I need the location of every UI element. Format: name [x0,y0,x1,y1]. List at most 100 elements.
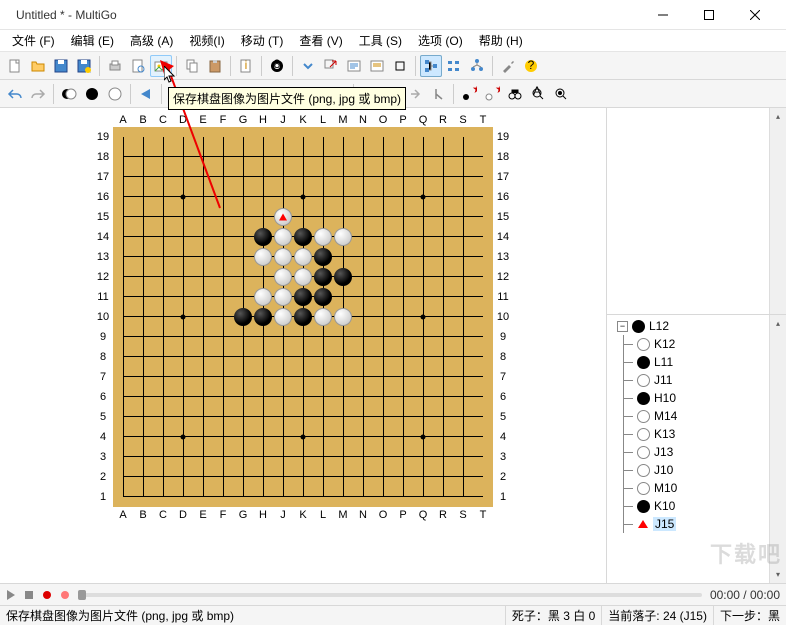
markup2-icon[interactable] [366,55,388,77]
triangle-left-icon[interactable] [135,83,157,105]
tree-item[interactable]: M14 [609,407,784,425]
tree-item[interactable]: −L12 [609,317,784,335]
white-stone-icon[interactable] [104,83,126,105]
tree-item[interactable]: H10 [609,389,784,407]
stone-H14[interactable] [254,228,272,246]
stone-J12[interactable] [274,268,292,286]
mark-b-icon[interactable]: ★ [481,83,503,105]
stone-H11[interactable] [254,288,272,306]
stone-J10[interactable] [274,308,292,326]
playback-slider[interactable] [78,593,702,597]
menu-move[interactable]: 移动 (T) [233,30,292,51]
stone-K10[interactable] [294,308,312,326]
tree-item[interactable]: J13 [609,443,784,461]
tree-item[interactable]: K13 [609,425,784,443]
menu-file[interactable]: 文件 (F) [4,30,63,51]
tree-item[interactable]: L11 [609,353,784,371]
branch-next-button[interactable] [404,83,426,105]
tree-view3-icon[interactable] [466,55,488,77]
find-b-icon[interactable] [550,83,572,105]
record-button[interactable] [42,590,52,600]
svg-text:★: ★ [495,86,500,96]
black-stone-icon[interactable] [81,83,103,105]
tree-view1-icon[interactable] [420,55,442,77]
maximize-button[interactable] [686,0,732,30]
stone-K12[interactable] [294,268,312,286]
menu-edit[interactable]: 编辑 (E) [63,30,122,51]
open-button[interactable] [27,55,49,77]
eight-ball-icon[interactable]: 8 [266,55,288,77]
playback-bar: 00:00 / 00:00 [0,583,786,605]
minimize-button[interactable] [640,0,686,30]
stone-J11[interactable] [274,288,292,306]
stone-L10[interactable] [314,308,332,326]
stone-L14[interactable] [314,228,332,246]
svg-text:A: A [533,86,541,98]
new-button[interactable] [4,55,26,77]
redo-button[interactable] [27,83,49,105]
stone-K13[interactable] [294,248,312,266]
tree-view2-icon[interactable] [443,55,465,77]
paste-button[interactable] [204,55,226,77]
tree-item[interactable]: K10 [609,497,784,515]
branch-down-button[interactable] [427,83,449,105]
stone-H10[interactable] [254,308,272,326]
stone-J14[interactable] [274,228,292,246]
stop-button[interactable] [24,590,34,600]
print-preview-button[interactable] [127,55,149,77]
stone-M14[interactable] [334,228,352,246]
help-icon[interactable]: ? [520,55,542,77]
menu-advanced[interactable]: 高级 (A) [122,30,181,51]
menu-options[interactable]: 选项 (O) [410,30,471,51]
tools-icon[interactable] [497,55,519,77]
print-button[interactable] [104,55,126,77]
info-button[interactable]: i [235,55,257,77]
scrollbar[interactable]: ▴ ▾ [769,315,786,583]
stone-J15[interactable] [274,208,292,226]
tree-item[interactable]: J10 [609,461,784,479]
tree-item[interactable]: K12 [609,335,784,353]
comment-area[interactable]: ▴ [607,108,786,315]
markup-icon[interactable] [343,55,365,77]
tree-item[interactable]: M10 [609,479,784,497]
play-button[interactable] [6,590,16,600]
stone-M10[interactable] [334,308,352,326]
stone-K14[interactable] [294,228,312,246]
stone-K11[interactable] [294,288,312,306]
stone-J13[interactable] [274,248,292,266]
undo-button[interactable] [4,83,26,105]
mark-a-icon[interactable]: ★ [458,83,480,105]
chevron-down-icon[interactable] [297,55,319,77]
coord-right: 19181716151413121110987654321 [493,127,513,507]
stone-L11[interactable] [314,288,332,306]
menu-bar: 文件 (F) 编辑 (E) 高级 (A) 视频(I) 移动 (T) 查看 (V)… [0,30,786,52]
save-button[interactable] [50,55,72,77]
status-bar: 保存棋盘图像为图片文件 (png, jpg 或 bmp) 死子：黑 3 白 0 … [0,605,786,625]
stone-M12[interactable] [334,268,352,286]
menu-video[interactable]: 视频(I) [181,30,232,51]
menu-view[interactable]: 查看 (V) [291,30,350,51]
tree-item[interactable]: J15 [609,515,784,533]
bw-stone-icon[interactable] [58,83,80,105]
move-tree[interactable]: ▴ ▾ −L12K12L11J11H10M14K13J13J10M10K10J1… [607,315,786,583]
stone-L13[interactable] [314,248,332,266]
binoculars-icon[interactable] [504,83,526,105]
stone-L12[interactable] [314,268,332,286]
stone-G10[interactable] [234,308,252,326]
go-board[interactable] [113,127,493,507]
cursor-icon [164,66,180,86]
svg-text:8: 8 [274,58,281,71]
find-a-icon[interactable]: A [527,83,549,105]
menu-help[interactable]: 帮助 (H) [471,30,531,51]
record2-button[interactable] [60,590,70,600]
save-as-button[interactable] [73,55,95,77]
stone-H13[interactable] [254,248,272,266]
square-icon[interactable] [389,55,411,77]
menu-tools[interactable]: 工具 (S) [351,30,410,51]
close-button[interactable] [732,0,778,30]
arrow-out-icon[interactable] [320,55,342,77]
tree-item[interactable]: J11 [609,371,784,389]
status-hint: 保存棋盘图像为图片文件 (png, jpg 或 bmp) [0,606,506,625]
copy-button[interactable] [181,55,203,77]
scrollbar[interactable]: ▴ [769,108,786,314]
